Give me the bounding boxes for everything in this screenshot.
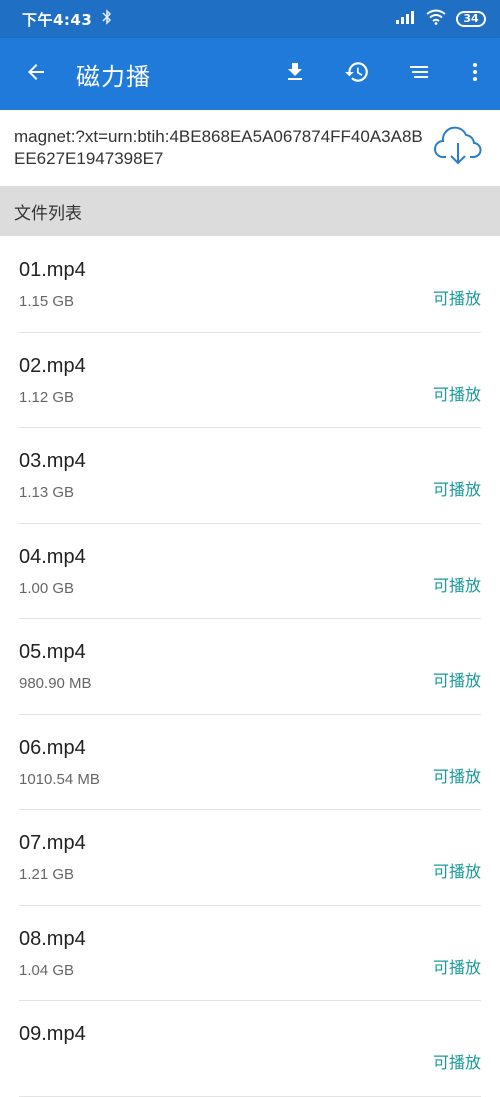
play-status[interactable]: 可播放	[433, 572, 481, 596]
back-arrow-icon	[24, 60, 48, 88]
status-right: 34	[396, 9, 486, 29]
play-status[interactable]: 可播放	[433, 858, 481, 882]
play-status[interactable]: 可播放	[433, 763, 481, 787]
file-row[interactable]: 07.mp4 1.21 GB 可播放	[19, 810, 481, 906]
file-name: 06.mp4	[19, 736, 86, 759]
download-icon	[283, 60, 307, 88]
file-row[interactable]: 06.mp4 1010.54 MB 可播放	[19, 715, 481, 810]
file-list-header: 文件列表	[0, 186, 500, 236]
file-list: 01.mp4 1.15 GB 可播放 02.mp4 1.12 GB 可播放 03…	[0, 237, 500, 1097]
signal-icon	[396, 10, 416, 28]
play-status[interactable]: 可播放	[433, 954, 481, 978]
play-status[interactable]: 可播放	[433, 381, 481, 405]
file-row[interactable]: 05.mp4 980.90 MB 可播放	[19, 619, 481, 715]
file-name: 07.mp4	[19, 832, 86, 854]
play-status[interactable]: 可播放	[433, 285, 481, 309]
page-title: 磁力播	[76, 62, 151, 91]
play-status[interactable]: 可播放	[433, 1049, 481, 1073]
bluetooth-icon	[102, 9, 112, 29]
file-size: 980.90 MB	[19, 675, 92, 692]
sort-button[interactable]	[388, 38, 450, 110]
play-status[interactable]: 可播放	[433, 667, 481, 691]
more-vert-icon	[463, 60, 487, 88]
file-name: 05.mp4	[19, 641, 86, 663]
file-row[interactable]: 01.mp4 1.15 GB 可播放	[19, 237, 481, 333]
battery-indicator: 34	[456, 11, 486, 27]
app-bar: 磁力播	[0, 38, 500, 110]
status-bar: 下午4:43 34	[0, 0, 500, 38]
file-row[interactable]: 03.mp4 1.13 GB 可播放	[19, 428, 481, 524]
more-options-button[interactable]	[450, 38, 500, 110]
download-button[interactable]	[264, 38, 326, 110]
magnet-link-panel: magnet:?xt=urn:btih:4BE868EA5A067874FF40…	[0, 110, 500, 186]
magnet-link-text[interactable]: magnet:?xt=urn:btih:4BE868EA5A067874FF40…	[14, 126, 424, 170]
file-name: 04.mp4	[19, 545, 86, 568]
status-time: 下午4:43	[22, 10, 93, 29]
file-row[interactable]: 02.mp4 1.12 GB 可播放	[19, 333, 481, 428]
cloud-download-button[interactable]	[430, 120, 486, 176]
file-name: 09.mp4	[19, 1023, 86, 1045]
file-size: 1.04 GB	[19, 961, 75, 979]
file-size: 1.21 GB	[19, 866, 75, 883]
file-row[interactable]: 09.mp4 可播放	[19, 1001, 481, 1097]
toolbar-actions	[264, 38, 500, 110]
file-size: 1.15 GB	[19, 293, 75, 310]
file-name: 08.mp4	[19, 927, 86, 950]
history-icon	[344, 59, 370, 89]
file-size: 1010.54 MB	[19, 770, 100, 788]
back-button[interactable]	[0, 38, 72, 110]
file-name: 03.mp4	[19, 450, 86, 472]
file-name: 02.mp4	[19, 354, 86, 377]
file-size: 1.13 GB	[19, 484, 75, 501]
file-name: 01.mp4	[19, 259, 86, 281]
play-status[interactable]: 可播放	[433, 476, 481, 500]
cloud-download-icon	[433, 125, 483, 171]
file-size: 1.12 GB	[19, 388, 75, 406]
history-button[interactable]	[326, 38, 388, 110]
wifi-icon	[426, 9, 446, 29]
file-size: 1.00 GB	[19, 579, 75, 597]
file-row[interactable]: 08.mp4 1.04 GB 可播放	[19, 906, 481, 1001]
file-row[interactable]: 04.mp4 1.00 GB 可播放	[19, 524, 481, 619]
sort-icon	[407, 60, 431, 88]
